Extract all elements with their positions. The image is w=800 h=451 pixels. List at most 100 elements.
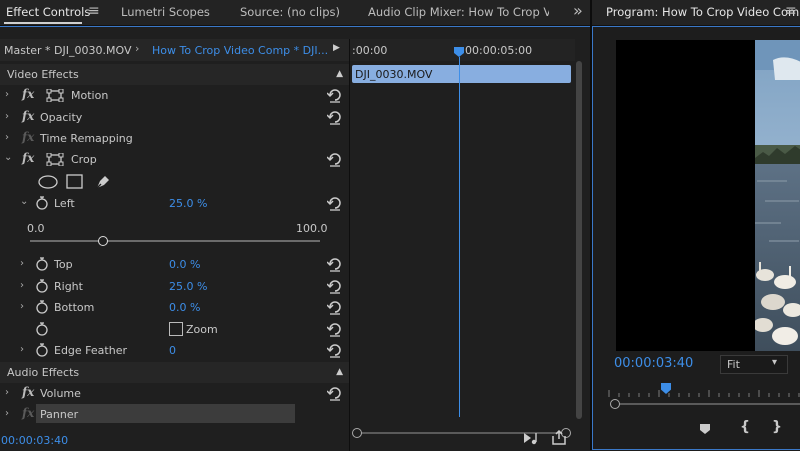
tabs-overflow-icon[interactable]: » (573, 1, 583, 20)
collapse-chevron-icon[interactable]: ⌄ (20, 196, 28, 207)
ruler-start-label: :00:00 (352, 44, 388, 57)
expand-chevron-icon[interactable]: › (20, 344, 24, 355)
collapse-up-icon[interactable]: ▲ (336, 367, 343, 377)
collapse-up-icon[interactable]: ▲ (336, 69, 343, 79)
effect-row-time-remapping[interactable]: › fx Time Remapping (0, 128, 349, 149)
effect-row-opacity[interactable]: › fx Opacity (0, 107, 349, 128)
ruler-mid-label: 00:00:05:00 (465, 44, 533, 57)
reset-icon[interactable] (327, 342, 343, 358)
left-slider: 0.0 100.0 (0, 217, 349, 251)
export-icon[interactable] (551, 430, 567, 445)
reset-icon[interactable] (327, 256, 343, 272)
audio-effects-label: Audio Effects (7, 366, 80, 379)
slider-thumb[interactable] (97, 236, 108, 246)
program-tab-bar: Program: How To Crop Video Comp ≡ (592, 0, 800, 26)
program-video-frame[interactable] (616, 40, 800, 351)
play-audio-icon[interactable] (523, 431, 541, 445)
expand-chevron-icon[interactable]: › (5, 387, 9, 398)
param-value-left[interactable]: 25.0 % (169, 197, 207, 210)
param-value-top[interactable]: 0.0 % (169, 258, 200, 271)
add-marker-icon[interactable] (699, 423, 711, 435)
program-zoom-bar[interactable] (617, 403, 800, 405)
pen-mask-icon[interactable] (94, 173, 112, 191)
program-ruler[interactable] (607, 385, 800, 397)
active-tab-underline (4, 22, 82, 24)
param-row-right: › Right 25.0 % (0, 276, 349, 297)
fx-icon[interactable]: fx (22, 87, 34, 101)
slider-track[interactable] (30, 240, 320, 242)
param-row-zoom: Zoom (0, 319, 349, 340)
mark-out-icon[interactable]: } (772, 419, 782, 435)
expand-chevron-icon[interactable]: › (5, 111, 9, 122)
transform-box-icon[interactable] (46, 153, 64, 166)
dropdown-arrow-icon: ▾ (772, 357, 778, 368)
expand-chevron-icon[interactable]: › (5, 89, 9, 100)
master-clip-label[interactable]: Master * DJI_0030.MOV (4, 44, 132, 57)
effect-row-panner[interactable]: › fx Panner (0, 404, 349, 425)
expand-chevron-icon[interactable]: › (20, 258, 24, 269)
tab-effect-controls[interactable]: Effect Controls (6, 5, 90, 19)
stopwatch-icon[interactable] (35, 257, 49, 271)
clip-bar[interactable]: DJI_0030.MOV (352, 65, 571, 83)
effect-controls-timecode[interactable]: 00:00:03:40 (1, 434, 68, 447)
program-timecode[interactable]: 00:00:03:40 (614, 356, 693, 371)
collapse-chevron-icon[interactable]: ⌄ (4, 152, 12, 163)
program-menu-icon[interactable]: ≡ (785, 3, 797, 19)
effect-row-motion[interactable]: › fx Motion (0, 85, 349, 106)
fit-dropdown[interactable]: Fit ▾ (720, 355, 788, 374)
mark-in-icon[interactable]: { (740, 419, 750, 435)
fx-icon[interactable]: fx (22, 151, 34, 165)
vertical-scrollbar[interactable] (576, 61, 582, 419)
reset-icon[interactable] (327, 151, 343, 167)
effect-name: Volume (40, 387, 81, 400)
reset-icon[interactable] (327, 278, 343, 294)
program-zoom-handle[interactable] (610, 399, 620, 409)
reset-icon[interactable] (327, 195, 343, 211)
left-tab-bar: Effect Controls ≡ Lumetri Scopes Source:… (0, 0, 590, 26)
stopwatch-icon[interactable] (35, 322, 49, 336)
stopwatch-icon[interactable] (35, 279, 49, 293)
param-label: Edge Feather (54, 344, 127, 357)
zoom-handle-left[interactable] (352, 428, 362, 438)
tab-source[interactable]: Source: (no clips) (240, 5, 340, 19)
video-effects-header: Video Effects ▲ (0, 64, 349, 85)
param-label: Top (54, 258, 73, 271)
ellipse-mask-icon[interactable] (38, 174, 58, 190)
effect-row-volume[interactable]: › fx Volume (0, 383, 349, 404)
zoom-label: Zoom (186, 323, 218, 336)
expand-chevron-icon[interactable]: › (5, 132, 9, 143)
reset-icon[interactable] (327, 109, 343, 125)
show-timeline-play-icon[interactable]: ▶ (333, 43, 340, 53)
reset-icon[interactable] (327, 385, 343, 401)
playhead-marker[interactable] (454, 47, 464, 57)
param-value-right[interactable]: 25.0 % (169, 280, 207, 293)
effect-controls-panel: Master * DJI_0030.MOV › How To Crop Vide… (0, 26, 590, 451)
reset-icon[interactable] (327, 87, 343, 103)
tab-program-monitor[interactable]: Program: How To Crop Video Comp (606, 5, 800, 19)
tab-audio-clip-mixer[interactable]: Audio Clip Mixer: How To Crop Vide (368, 5, 549, 19)
fx-icon[interactable]: fx (22, 109, 34, 123)
mini-timeline: :00:00 00:00:05:00 DJI_0030.MOV (350, 39, 575, 451)
param-value-bottom[interactable]: 0.0 % (169, 301, 200, 314)
panel-menu-icon[interactable]: ≡ (88, 3, 100, 19)
fx-icon[interactable]: fx (22, 385, 34, 399)
expand-chevron-icon[interactable]: › (5, 408, 9, 419)
param-row-bottom: › Bottom 0.0 % (0, 297, 349, 318)
effect-row-crop[interactable]: ⌄ fx Crop (0, 149, 349, 170)
reset-icon[interactable] (327, 321, 343, 337)
reset-icon[interactable] (327, 299, 343, 315)
fit-label: Fit (727, 358, 740, 371)
sequence-clip-label[interactable]: How To Crop Video Comp * DJI... (152, 44, 328, 57)
expand-chevron-icon[interactable]: › (20, 280, 24, 291)
zoom-checkbox[interactable] (169, 322, 183, 336)
stopwatch-icon[interactable] (35, 196, 49, 210)
effect-name: Time Remapping (40, 132, 133, 145)
tab-lumetri-scopes[interactable]: Lumetri Scopes (121, 5, 210, 19)
param-value-edge-feather[interactable]: 0 (169, 344, 176, 357)
video-effects-label: Video Effects (7, 68, 79, 81)
stopwatch-icon[interactable] (35, 300, 49, 314)
rectangle-mask-icon[interactable] (66, 174, 84, 190)
transform-box-icon[interactable] (46, 89, 64, 102)
stopwatch-icon[interactable] (35, 343, 49, 357)
expand-chevron-icon[interactable]: › (20, 301, 24, 312)
